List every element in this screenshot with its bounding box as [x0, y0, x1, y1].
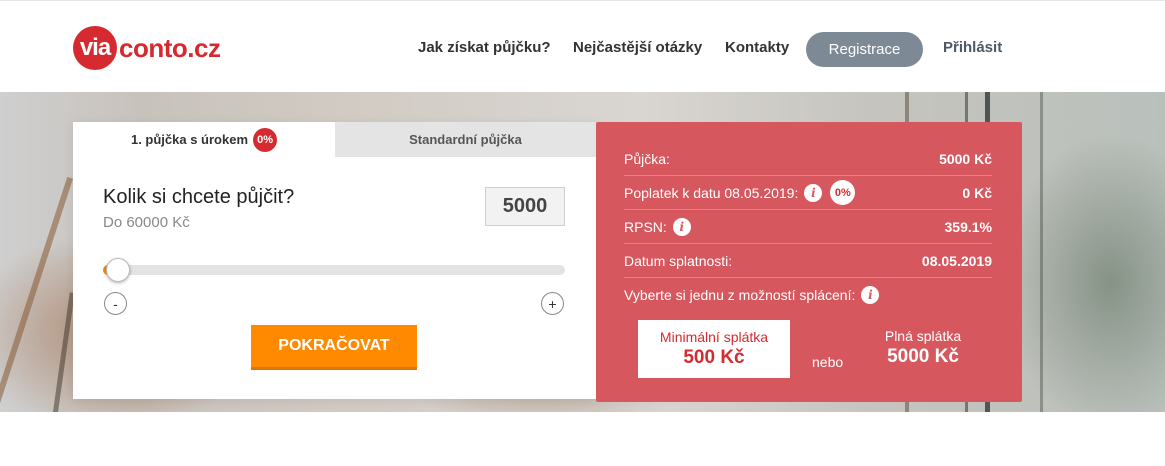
increase-button[interactable]: + [541, 292, 564, 315]
zero-percent-badge: 0% [253, 127, 278, 152]
main-nav: Jak získat půjčku? Nejčastější otázky Ko… [0, 31, 1165, 67]
minimum-payment-title: Minimální splátka [659, 329, 769, 345]
loan-label: Půjčka: [624, 150, 670, 167]
tab-first-loan-label: 1. půjčka s úrokem [130, 132, 249, 147]
info-icon[interactable]: i [861, 286, 880, 304]
loan-value: 5000 Kč [939, 150, 992, 167]
site-header: via conto.cz Jak získat půjčku? Nejčastě… [0, 0, 1165, 92]
info-icon[interactable]: i [804, 183, 823, 202]
full-payment-option[interactable]: Plná splátka 5000 Kč [860, 328, 986, 368]
due-date-label: Datum splatnosti: [624, 252, 733, 269]
decrease-button[interactable]: - [104, 292, 127, 315]
amount-limit: Do 60000 Kč [103, 214, 190, 231]
amount-slider-handle[interactable] [106, 258, 130, 282]
summary-row-fee: Poplatek k datu 08.05.2019: i 0% 0 Kč [624, 176, 992, 210]
loan-calculator: 1. půjčka s úrokem 0% Standardní půjčka … [73, 122, 596, 399]
amount-question: Kolik si chcete půjčit? [103, 186, 295, 208]
tab-first-loan[interactable]: 1. půjčka s úrokem 0% [73, 122, 335, 157]
register-button[interactable]: Registrace [806, 32, 923, 67]
due-date-value: 08.05.2019 [921, 252, 992, 269]
nav-how-to-get-loan[interactable]: Jak získat půjčku? [418, 39, 551, 56]
loan-type-tabs: 1. půjčka s úrokem 0% Standardní půjčka [73, 122, 596, 157]
amount-input[interactable]: 5000 [485, 187, 565, 226]
fee-value: 0 Kč [962, 184, 992, 201]
summary-row-loan: Půjčka: 5000 Kč [624, 142, 992, 176]
summary-row-due-date: Datum splatnosti: 08.05.2019 [624, 244, 992, 278]
minimum-payment-value: 500 Kč [683, 347, 745, 368]
choose-text: Vyberte si jednu z možností splácení: [624, 287, 856, 303]
rpsn-value: 359.1% [944, 218, 992, 235]
tab-standard-loan[interactable]: Standardní půjčka [335, 122, 596, 157]
loan-summary-panel: Půjčka: 5000 Kč Poplatek k datu 08.05.20… [596, 122, 1022, 402]
amount-slider-track[interactable] [103, 265, 565, 275]
nav-faq[interactable]: Nejčastější otázky [573, 39, 702, 56]
fee-zero-badge: 0% [830, 180, 856, 205]
nav-contacts[interactable]: Kontakty [725, 39, 789, 56]
info-icon[interactable]: i [672, 217, 691, 236]
continue-button[interactable]: POKRAČOVAT [251, 325, 417, 370]
repayment-choice-label: Vyberte si jednu z možností splácení: i [624, 286, 880, 304]
full-payment-title: Plná splátka [884, 328, 962, 344]
full-payment-value: 5000 Kč [887, 346, 959, 367]
fee-label: Poplatek k datu 08.05.2019: [624, 184, 799, 201]
login-link[interactable]: Přihlásit [943, 39, 1002, 56]
rpsn-label: RPSN: [624, 218, 667, 235]
summary-row-rpsn: RPSN: i 359.1% [624, 210, 992, 244]
minimum-payment-option[interactable]: Minimální splátka 500 Kč [638, 320, 790, 378]
or-label: nebo [812, 354, 844, 370]
